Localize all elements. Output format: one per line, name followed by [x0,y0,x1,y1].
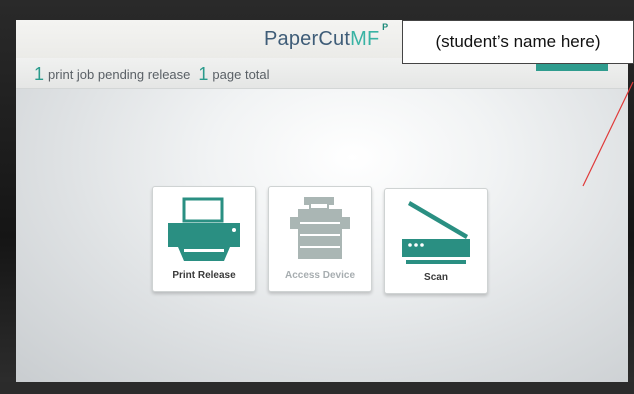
bezel-bottom [0,382,634,394]
pointer-line [582,81,634,187]
